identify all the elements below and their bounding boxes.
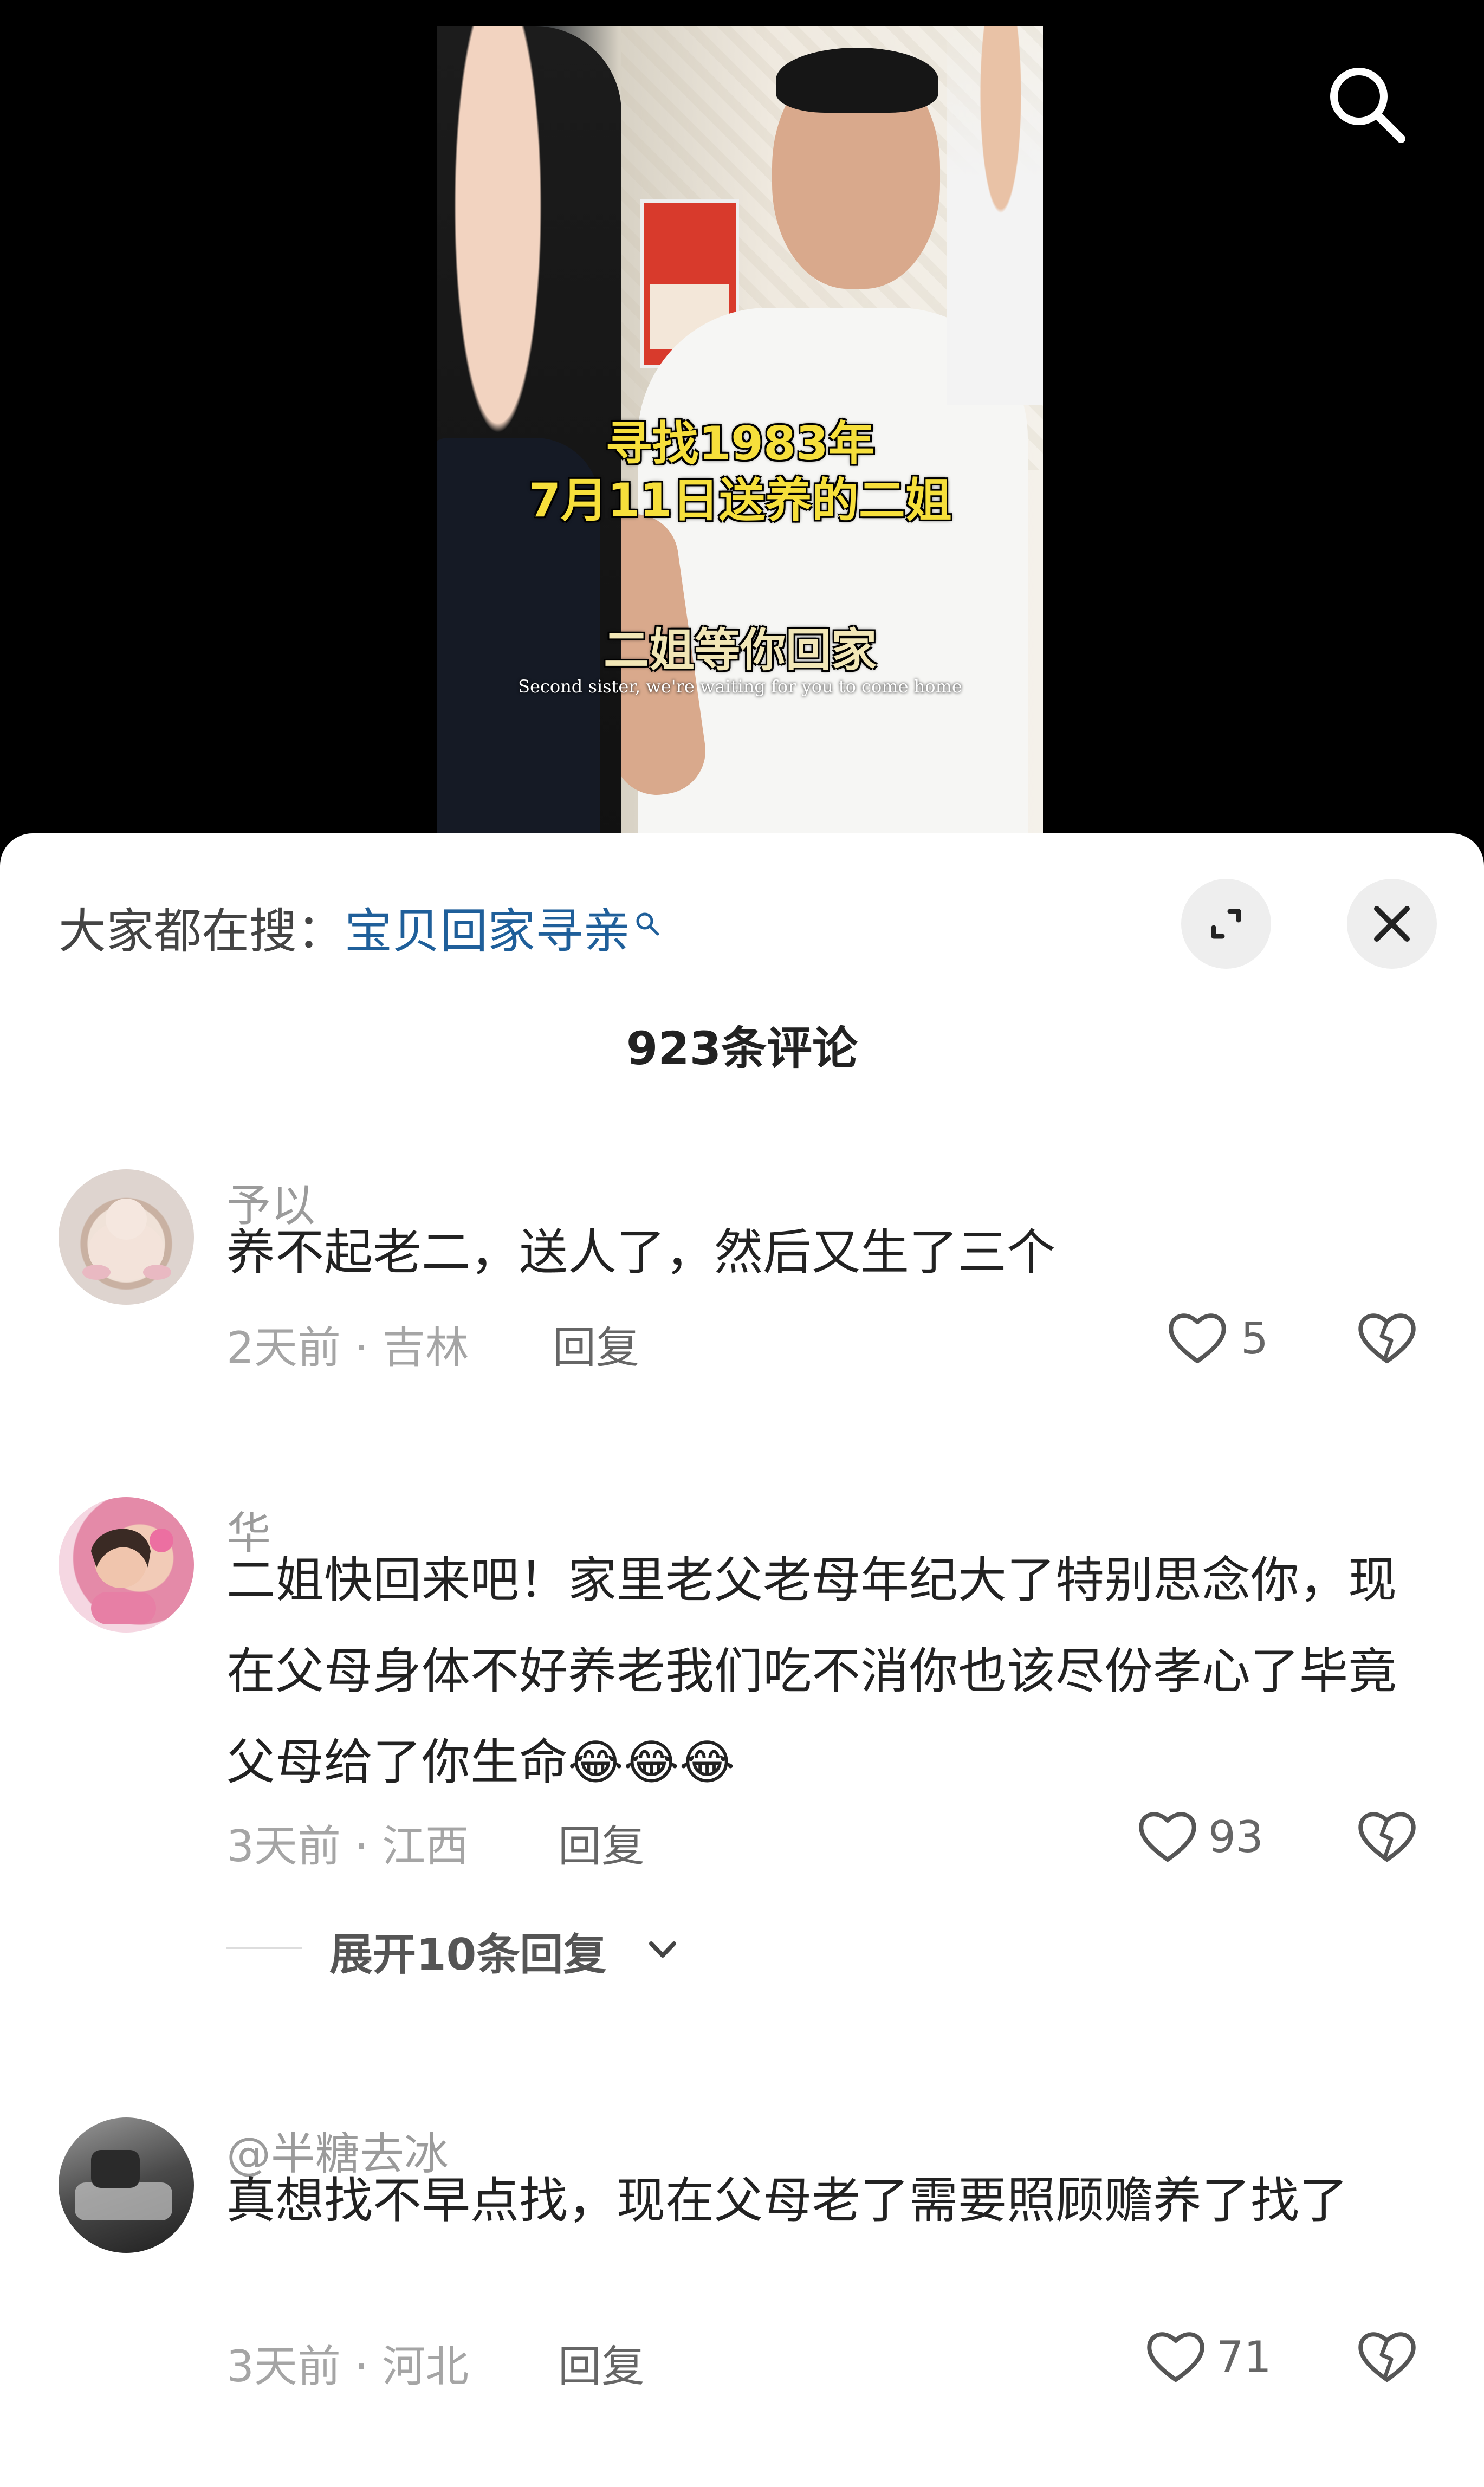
photo-thumbnail-icon xyxy=(75,2150,172,2220)
comment-item: 华 二姐快回来吧！家里老父老母年纪大了特别思念你，现在父母身体不好养老我们吃不消… xyxy=(0,1497,1484,2039)
close-icon xyxy=(1374,906,1410,942)
like-count: 71 xyxy=(1216,2332,1272,2382)
heart-icon xyxy=(1169,1313,1226,1363)
reply-button[interactable]: 回复 xyxy=(553,1313,639,1376)
comment-text-body: 二姐快回来吧！家里老父老母年纪大了特别思念你，现在父母身体不好养老我们吃不消你也… xyxy=(226,1552,1397,1791)
comment-meta: 3天前 · 江西 xyxy=(226,1821,469,1871)
dislike-button[interactable] xyxy=(1355,1803,1420,1868)
broken-heart-icon xyxy=(1358,1313,1416,1363)
avatar[interactable] xyxy=(59,1169,194,1305)
comment-meta: 2天前 · 吉林 xyxy=(226,1323,469,1373)
divider-line xyxy=(226,1947,302,1949)
comment-count: 923条评论 xyxy=(626,1022,858,1075)
reply-button[interactable]: 回复 xyxy=(558,2331,645,2394)
hot-search-keyword[interactable]: 宝贝回家寻亲 xyxy=(345,903,631,959)
person-right xyxy=(947,26,1043,405)
close-button[interactable] xyxy=(1347,879,1437,969)
search-icon xyxy=(634,893,661,936)
comment-text: 养不起老二，送人了，然后又生了三个 xyxy=(226,1224,1055,1281)
video-player[interactable]: 寻找1983年 7月11日送养的二姐 二姐等你回家 Second sister,… xyxy=(0,0,1484,845)
broken-heart-icon xyxy=(1358,1812,1416,1862)
comment-item: 予以 养不起老二，送人了，然后又生了三个 2天前 · 吉林 回复 5 xyxy=(0,1169,1484,1484)
person-photo-icon xyxy=(91,1529,173,1624)
expand-icon xyxy=(1211,909,1241,939)
like-button[interactable]: 71 xyxy=(1143,2323,1300,2388)
search-button[interactable] xyxy=(1322,60,1409,146)
avatar[interactable] xyxy=(59,2117,194,2253)
comment-item: @半糖去冰 真想找不早点找，现在父母老了需要照顾赡养了找了 3天前 · 河北 回… xyxy=(0,2117,1484,2486)
chevron-down-icon xyxy=(649,1941,676,1958)
like-button[interactable]: 5 xyxy=(1165,1305,1300,1370)
dislike-button[interactable] xyxy=(1355,1305,1420,1370)
comments-sheet: 大家都在搜：宝贝回家寻亲 923条评论 予以 养不起老二，送人了，然后又生了三个… xyxy=(0,833,1484,2487)
video-subtitle-english: Second sister, we're waiting for you to … xyxy=(518,676,962,697)
video-frame[interactable]: 寻找1983年 7月11日送养的二姐 二姐等你回家 Second sister,… xyxy=(437,26,1043,845)
search-icon xyxy=(1330,68,1405,143)
person-center-hair xyxy=(776,48,938,113)
expand-replies-button[interactable]: 展开10条回复 xyxy=(226,1914,714,1980)
video-subtitle: 二姐等你回家 xyxy=(603,624,877,677)
hot-search-label: 大家都在搜： xyxy=(59,903,345,959)
reply-button[interactable]: 回复 xyxy=(558,1811,645,1874)
like-count: 93 xyxy=(1208,1812,1263,1862)
hot-search-bar[interactable]: 大家都在搜：宝贝回家寻亲 xyxy=(59,893,661,962)
comment-meta: 3天前 · 河北 xyxy=(226,2341,469,2392)
dislike-button[interactable] xyxy=(1355,2323,1420,2388)
heart-icon xyxy=(1139,1812,1196,1862)
like-button[interactable]: 93 xyxy=(1135,1803,1298,1868)
laughing-crying-emoji: 😂😂😂 xyxy=(568,1734,735,1790)
heart-icon xyxy=(1147,2332,1204,2382)
broken-heart-icon xyxy=(1358,2332,1416,2382)
comment-text: 二姐快回来吧！家里老父老母年纪大了特别思念你，现在父母身体不好养老我们吃不消你也… xyxy=(226,1535,1397,1808)
expand-replies-label: 展开10条回复 xyxy=(329,1929,607,1980)
like-count: 5 xyxy=(1241,1313,1268,1364)
comment-text: 真想找不早点找，现在父母老了需要照顾赡养了找了 xyxy=(226,2172,1348,2229)
expand-button[interactable] xyxy=(1181,879,1271,969)
buddha-figure-icon xyxy=(82,1199,171,1280)
avatar[interactable] xyxy=(59,1497,194,1633)
video-caption-line2: 7月11日送养的二姐 xyxy=(528,474,952,528)
